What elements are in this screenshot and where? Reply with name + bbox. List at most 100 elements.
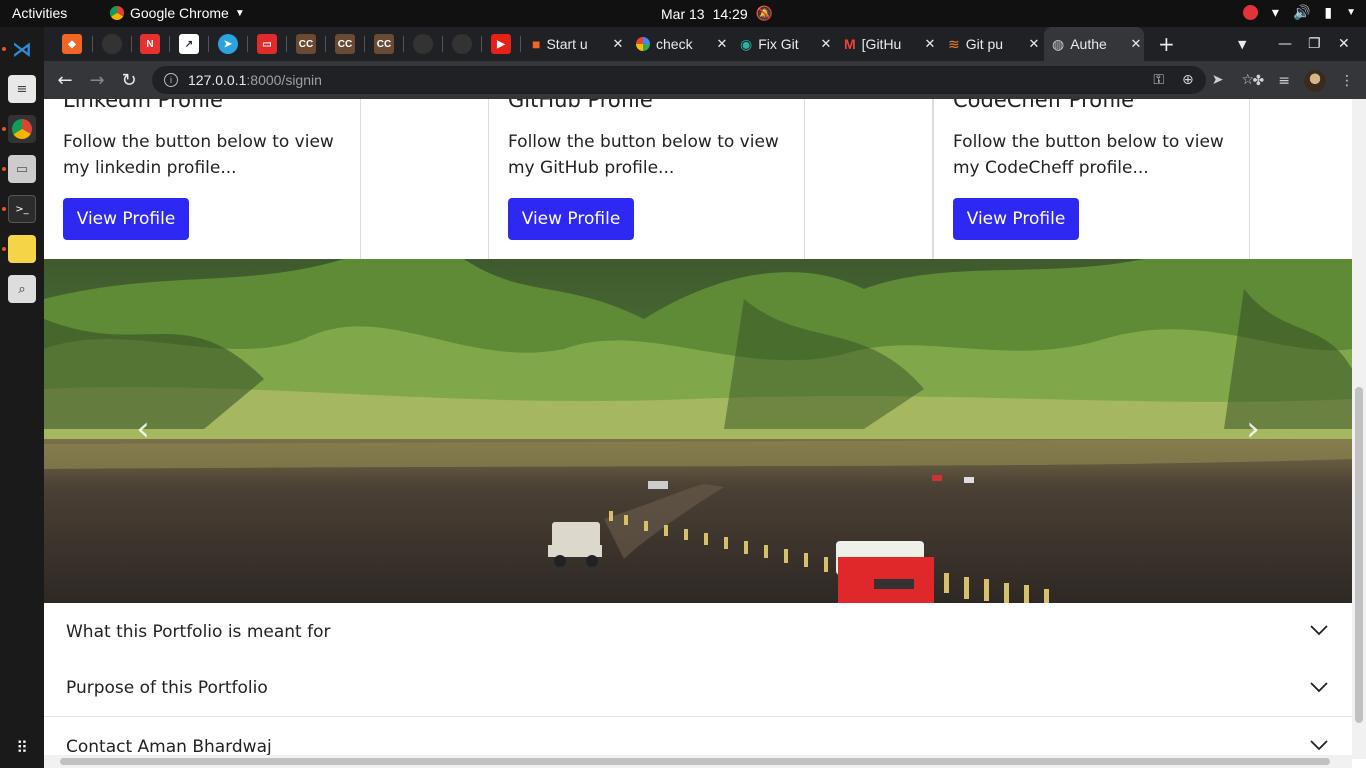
profile-card-github: GitHub Profile Follow the button below t… bbox=[488, 99, 805, 259]
profile-card-linkedin: LinkedIn Profile Follow the button below… bbox=[44, 99, 361, 259]
carousel-prev-button[interactable]: ‹ bbox=[128, 409, 158, 449]
browser-toolbar: ← → ↻ i 127.0.0.1:8000/signin ⚿ ⊕ ➤ ☆ ✤ … bbox=[44, 61, 1366, 99]
vertical-scrollbar[interactable] bbox=[1352, 99, 1366, 759]
tab-cc-icon[interactable]: CC bbox=[374, 34, 394, 54]
running-indicator bbox=[2, 127, 6, 131]
carousel-next-button[interactable]: › bbox=[1238, 409, 1268, 449]
app-grid-icon[interactable]: ⠿ bbox=[8, 733, 36, 761]
card-text: Follow the button below to view my CodeC… bbox=[953, 132, 1224, 178]
card-title: CodeCheff Profile bbox=[953, 99, 1135, 112]
close-icon[interactable]: ✕ bbox=[922, 36, 938, 52]
kebab-menu-icon[interactable]: ⋮ bbox=[1340, 73, 1354, 89]
system-tray[interactable]: ▾ 🔊 ▮ ▼ bbox=[1242, 4, 1356, 21]
tab-separator bbox=[481, 36, 482, 52]
zoom-icon[interactable]: ⊕ bbox=[1182, 72, 1194, 88]
notifications-off-icon: 🔕 bbox=[755, 5, 774, 21]
scroll-thumb[interactable] bbox=[1355, 387, 1363, 723]
tab-gmail[interactable]: M [GitHu ✕ bbox=[836, 27, 938, 61]
gmail-icon: M bbox=[844, 36, 856, 52]
chrome-small-icon bbox=[110, 6, 124, 20]
card-text: Follow the button below to view my linke… bbox=[63, 132, 334, 178]
new-tab-button[interactable]: + bbox=[1158, 27, 1175, 61]
tab-auth-active[interactable]: ◍ Authe ✕ bbox=[1044, 27, 1144, 61]
tab-title: Authe bbox=[1070, 36, 1107, 52]
clock[interactable]: Mar 13 14:29 🔕 bbox=[661, 5, 773, 22]
app-menu[interactable]: Google Chrome ▼ bbox=[110, 5, 245, 21]
view-profile-button[interactable]: View Profile bbox=[953, 198, 1079, 240]
tab-oracle-icon[interactable]: ▭ bbox=[257, 34, 277, 54]
vscode-icon[interactable]: ⋊ bbox=[8, 35, 36, 63]
tab-separator bbox=[169, 36, 170, 52]
tab-separator bbox=[442, 36, 443, 52]
tab-fix-git[interactable]: ◉ Fix Git ✕ bbox=[732, 27, 834, 61]
page-viewport: LinkedIn Profile Follow the button below… bbox=[44, 99, 1352, 759]
url-path: :8000/signin bbox=[246, 72, 322, 88]
globe-icon: ◍ bbox=[1052, 35, 1065, 52]
accordion-item-contact[interactable]: Contact Aman Bhardwaj bbox=[44, 718, 1352, 759]
close-icon[interactable]: ✕ bbox=[818, 36, 834, 52]
tab-cc-icon[interactable]: CC bbox=[296, 34, 316, 54]
google-icon bbox=[636, 37, 650, 51]
address-bar[interactable]: i 127.0.0.1:8000/signin bbox=[152, 66, 1206, 94]
maximize-button[interactable]: ❐ bbox=[1308, 27, 1321, 61]
close-icon[interactable]: ✕ bbox=[610, 36, 626, 52]
tab-youtube-icon[interactable]: ▶ bbox=[491, 34, 511, 54]
media-control-icon[interactable]: ≡ bbox=[1278, 73, 1290, 89]
terminal-icon[interactable]: >_ bbox=[8, 195, 36, 223]
tab-check[interactable]: check ✕ bbox=[628, 27, 730, 61]
tab-github-icon[interactable] bbox=[452, 34, 472, 54]
carousel-landscape-image bbox=[44, 259, 1352, 603]
tab-start[interactable]: ■ Start u ✕ bbox=[524, 27, 626, 61]
chrome-icon[interactable] bbox=[8, 115, 36, 143]
running-indicator bbox=[2, 167, 6, 171]
horizontal-scrollbar[interactable] bbox=[44, 755, 1352, 768]
tab-brave-icon[interactable]: ◆ bbox=[62, 34, 82, 54]
tab-strip: ◆ N ↗ ➤ ▭ CC CC CC ▶ ■ Start u ✕ check ✕ bbox=[44, 27, 1366, 61]
scroll-thumb[interactable] bbox=[60, 758, 1330, 765]
tab-separator bbox=[247, 36, 248, 52]
tab-chart-icon[interactable]: ↗ bbox=[179, 34, 199, 54]
close-icon[interactable]: ✕ bbox=[1128, 36, 1144, 52]
avatar[interactable] bbox=[1304, 70, 1326, 92]
back-icon[interactable]: ← bbox=[53, 68, 77, 92]
files-icon[interactable]: ▭ bbox=[8, 155, 36, 183]
card-text: Follow the button below to view my GitHu… bbox=[508, 132, 779, 178]
tab-search-icon[interactable]: ▼ bbox=[1238, 27, 1246, 61]
accordion-item-purpose[interactable]: Purpose of this Portfolio bbox=[44, 660, 1352, 717]
key-icon[interactable]: ⚿ bbox=[1153, 72, 1164, 88]
tab-n-icon[interactable]: N bbox=[140, 34, 160, 54]
extensions-icon[interactable]: ✤ bbox=[1253, 73, 1265, 89]
tab-github-icon[interactable] bbox=[413, 34, 433, 54]
accordion-item-meant-for[interactable]: What this Portfolio is meant for bbox=[44, 603, 1352, 660]
running-indicator bbox=[2, 47, 6, 51]
forward-icon[interactable]: → bbox=[85, 68, 109, 92]
view-profile-button[interactable]: View Profile bbox=[63, 198, 189, 240]
tab-github-icon[interactable] bbox=[102, 34, 122, 54]
caret-down-icon: ▼ bbox=[234, 7, 245, 19]
view-profile-button[interactable]: View Profile bbox=[508, 198, 634, 240]
reload-icon[interactable]: ↻ bbox=[117, 68, 141, 92]
battery-icon: ▮ bbox=[1324, 4, 1333, 20]
system-top-bar: Activities Google Chrome ▼ Mar 13 14:29 … bbox=[0, 0, 1366, 27]
minimize-button[interactable]: — bbox=[1278, 27, 1292, 61]
chevron-down-icon bbox=[1310, 625, 1328, 636]
gift-icon: ■ bbox=[532, 36, 541, 52]
activities-button[interactable]: Activities bbox=[12, 5, 67, 21]
url-host: 127.0.0.1 bbox=[188, 72, 247, 88]
tab-git-push[interactable]: ≋ Git pu ✕ bbox=[940, 27, 1042, 61]
browser-window: ◆ N ↗ ➤ ▭ CC CC CC ▶ ■ Start u ✕ check ✕ bbox=[44, 27, 1366, 768]
omnibox-actions: ⚿ ⊕ ➤ ☆ bbox=[1153, 72, 1254, 88]
gedit-icon[interactable]: ≡ bbox=[8, 75, 36, 103]
search-tool-icon[interactable]: ⌕ bbox=[8, 275, 36, 303]
site-info-icon[interactable]: i bbox=[164, 73, 178, 87]
dock: ⋊ ≡ ▭ >_ ⌕ ⠿ bbox=[0, 27, 44, 768]
tab-separator bbox=[286, 36, 287, 52]
close-icon[interactable]: ✕ bbox=[714, 36, 730, 52]
notes-icon[interactable] bbox=[8, 235, 36, 263]
image-carousel: ‹ › bbox=[44, 259, 1352, 603]
send-icon[interactable]: ➤ bbox=[1212, 72, 1224, 88]
close-window-button[interactable]: ✕ bbox=[1338, 27, 1350, 61]
tab-cc-icon[interactable]: CC bbox=[335, 34, 355, 54]
tab-telegram-icon[interactable]: ➤ bbox=[218, 34, 238, 54]
close-icon[interactable]: ✕ bbox=[1026, 36, 1042, 52]
